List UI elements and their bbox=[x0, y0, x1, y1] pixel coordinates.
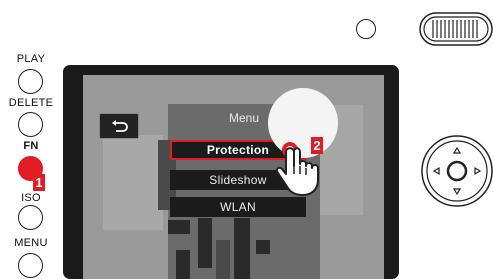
iso-button[interactable] bbox=[18, 205, 43, 230]
back-arrow-icon bbox=[112, 120, 128, 132]
background-photo-block bbox=[176, 250, 190, 279]
delete-button[interactable] bbox=[18, 112, 43, 137]
play-button-label: PLAY bbox=[16, 53, 46, 65]
menu-item-wlan[interactable]: WLAN bbox=[170, 197, 306, 217]
fn-button-label: FN bbox=[23, 140, 39, 152]
four-way-selector-icon[interactable] bbox=[421, 135, 493, 207]
background-photo-block bbox=[198, 218, 212, 268]
iso-button-label: ISO bbox=[21, 192, 41, 204]
background-photo-block bbox=[234, 218, 250, 279]
play-button[interactable] bbox=[18, 69, 43, 94]
background-photo-block bbox=[168, 220, 190, 234]
top-dial-button[interactable] bbox=[356, 19, 376, 39]
delete-button-label: DELETE bbox=[8, 97, 54, 109]
thumbwheel-icon[interactable] bbox=[419, 12, 493, 46]
fn-step-badge: 1 bbox=[33, 174, 45, 191]
tap-step-badge: 2 bbox=[311, 137, 323, 154]
background-photo-block bbox=[103, 135, 163, 230]
background-photo-block bbox=[256, 240, 270, 254]
menu-button-label: MENU bbox=[14, 237, 48, 249]
back-button[interactable] bbox=[99, 113, 139, 139]
menu-button[interactable] bbox=[18, 253, 43, 278]
background-photo-block bbox=[216, 240, 230, 279]
